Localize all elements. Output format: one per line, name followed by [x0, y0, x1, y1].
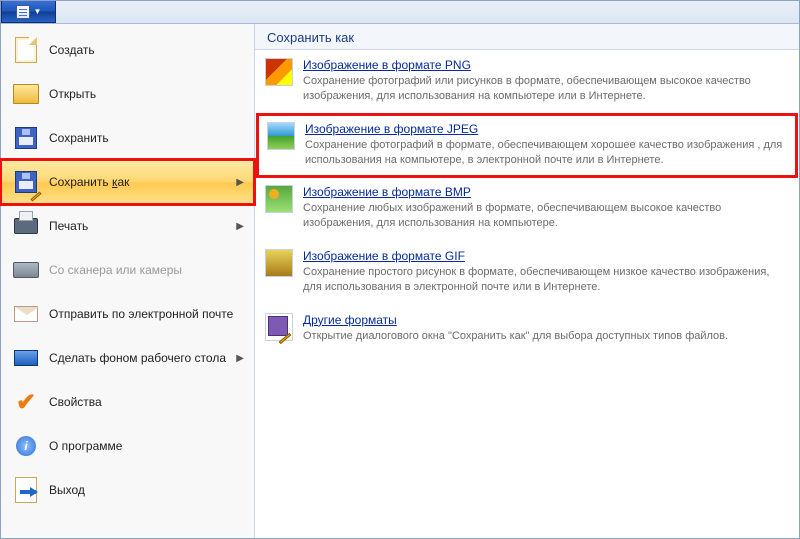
floppy-icon: [13, 125, 39, 151]
format-desc: Открытие диалогового окна "Сохранить как…: [303, 329, 789, 344]
format-title: Изображение в формате PNG: [303, 58, 471, 72]
document-icon: [16, 5, 30, 19]
menu-label: Выход: [49, 483, 244, 497]
title-bar: ▼: [1, 1, 799, 24]
checkmark-icon: ✔: [13, 389, 39, 415]
mail-icon: [13, 301, 39, 327]
desktop-icon: [13, 345, 39, 371]
menu-label: Отправить по электронной почте: [49, 307, 244, 321]
bmp-icon: [265, 185, 293, 213]
menu-open[interactable]: Открыть: [1, 72, 254, 116]
menu-save-as[interactable]: Сохранить как ▶: [1, 160, 254, 204]
format-desc: Сохранение простого рисунок в формате, о…: [303, 265, 789, 295]
gif-icon: [265, 249, 293, 277]
save-as-other[interactable]: Другие форматы Открытие диалогового окна…: [255, 305, 799, 354]
menu-label: О программе: [49, 439, 244, 453]
menu-label: Свойства: [49, 395, 244, 409]
exit-icon: [13, 477, 39, 503]
menu-label: Создать: [49, 43, 244, 57]
save-as-icon: [13, 169, 39, 195]
menu-label: Сделать фоном рабочего стола: [49, 351, 236, 365]
save-as-submenu: Сохранить как Изображение в формате PNG …: [255, 24, 799, 538]
format-title: Другие форматы: [303, 313, 397, 327]
chevron-right-icon: ▶: [236, 177, 244, 188]
menu-scanner: Со сканера или камеры: [1, 248, 254, 292]
menu-save[interactable]: Сохранить: [1, 116, 254, 160]
file-menu: Создать Открыть Сохранить Сохранить как …: [1, 24, 255, 538]
save-as-bmp[interactable]: Изображение в формате BMP Сохранение люб…: [255, 177, 799, 241]
format-title: Изображение в формате GIF: [303, 249, 465, 263]
open-folder-icon: [13, 81, 39, 107]
menu-panel: Создать Открыть Сохранить Сохранить как …: [1, 24, 799, 538]
format-desc: Сохранение фотографий или рисунков в фор…: [303, 74, 789, 104]
menu-label: Сохранить: [49, 131, 244, 145]
dropdown-caret-icon: ▼: [34, 7, 42, 16]
menu-desktop-bg[interactable]: Сделать фоном рабочего стола ▶: [1, 336, 254, 380]
other-formats-icon: [265, 313, 293, 341]
info-icon: i: [13, 433, 39, 459]
format-desc: Сохранение фотографий в формате, обеспеч…: [305, 138, 787, 168]
format-title: Изображение в формате JPEG: [305, 122, 478, 136]
save-as-png[interactable]: Изображение в формате PNG Сохранение фот…: [255, 50, 799, 114]
app-menu-button[interactable]: ▼: [1, 1, 56, 23]
scanner-icon: [13, 257, 39, 283]
printer-icon: [13, 213, 39, 239]
save-as-gif[interactable]: Изображение в формате GIF Сохранение про…: [255, 241, 799, 305]
menu-about[interactable]: i О программе: [1, 424, 254, 468]
jpeg-icon: [267, 122, 295, 150]
format-desc: Сохранение любых изображений в формате, …: [303, 201, 789, 231]
chevron-right-icon: ▶: [236, 221, 244, 232]
format-title: Изображение в формате BMP: [303, 185, 471, 199]
menu-create[interactable]: Создать: [1, 28, 254, 72]
chevron-right-icon: ▶: [236, 353, 244, 364]
menu-label: Со сканера или камеры: [49, 263, 244, 277]
menu-properties[interactable]: ✔ Свойства: [1, 380, 254, 424]
menu-label: Печать: [49, 219, 236, 233]
save-as-jpeg[interactable]: Изображение в формате JPEG Сохранение фо…: [257, 114, 797, 178]
menu-label: Открыть: [49, 87, 244, 101]
menu-email[interactable]: Отправить по электронной почте: [1, 292, 254, 336]
menu-print[interactable]: Печать ▶: [1, 204, 254, 248]
png-icon: [265, 58, 293, 86]
new-file-icon: [13, 37, 39, 63]
submenu-header: Сохранить как: [255, 24, 799, 50]
menu-label: Сохранить как: [49, 175, 236, 189]
menu-exit[interactable]: Выход: [1, 468, 254, 512]
